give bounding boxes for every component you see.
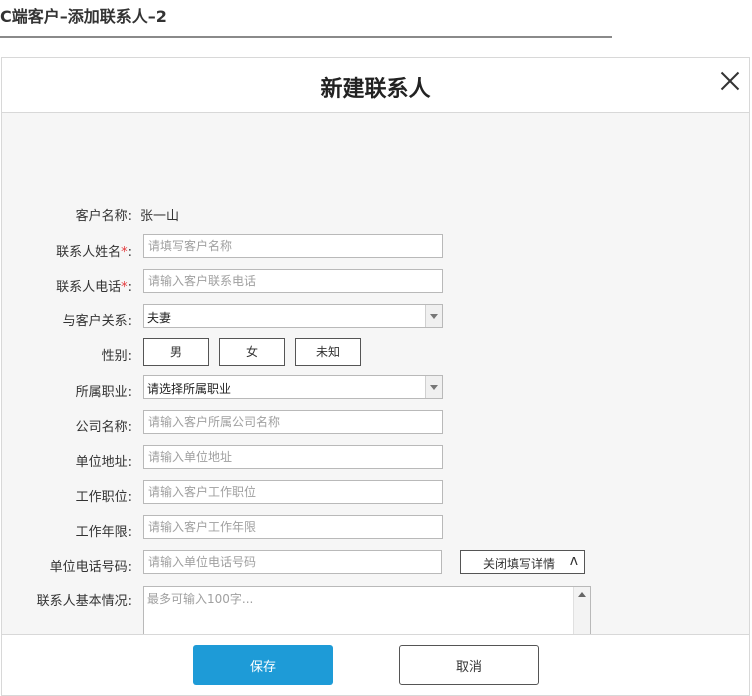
title-divider <box>0 36 612 38</box>
company-address-input[interactable] <box>143 445 443 469</box>
work-years-input[interactable] <box>143 515 443 539</box>
contact-phone-label: 联系人电话*: <box>2 276 132 295</box>
company-name-input[interactable] <box>143 410 443 434</box>
company-name-label: 公司名称: <box>75 420 132 435</box>
contact-phone-input[interactable] <box>143 269 443 293</box>
customer-name-label: 客户名称: <box>75 209 132 224</box>
gender-option-female[interactable]: 女 <box>219 338 285 366</box>
dialog-header: 新建联系人 <box>2 58 749 113</box>
customer-name-value: 张一山 <box>140 209 180 224</box>
basic-info-label: 联系人基本情况: <box>36 594 132 609</box>
dialog-body: 客户名称: 张一山 联系人姓名*: 联系人电话*: 与客户关系: 夫妻 性别: … <box>2 113 749 673</box>
relation-label: 与客户关系: <box>62 314 132 329</box>
contact-phone-label-text: 联系人电话 <box>56 280 122 295</box>
company-address-label: 单位地址: <box>75 455 132 470</box>
page-title: C端客户–添加联系人–2 <box>0 7 167 26</box>
relation-selected-value: 夫妻 <box>147 311 172 325</box>
new-contact-dialog: 新建联系人 客户名称: 张一山 联系人姓名*: 联系人电话*: 与客户关系: 夫… <box>1 57 750 696</box>
gender-option-male[interactable]: 男 <box>143 338 209 366</box>
save-button[interactable]: 保存 <box>193 645 333 685</box>
company-phone-input[interactable] <box>143 550 442 574</box>
cancel-button[interactable]: 取消 <box>399 645 539 685</box>
relation-select[interactable]: 夫妻 <box>143 304 443 328</box>
scroll-up-icon[interactable] <box>578 592 586 597</box>
occupation-label: 所属职业: <box>75 385 132 400</box>
dialog-title: 新建联系人 <box>320 77 431 102</box>
toggle-details-label: 关闭填写详情 <box>483 557 556 571</box>
job-title-input[interactable] <box>143 480 443 504</box>
occupation-select[interactable]: 请选择所属职业 <box>143 375 443 399</box>
contact-name-label-text: 联系人姓名 <box>56 245 122 260</box>
label-colon: : <box>127 245 132 260</box>
work-years-label: 工作年限: <box>75 525 132 540</box>
occupation-selected-value: 请选择所属职业 <box>147 382 232 396</box>
label-colon: : <box>127 280 132 295</box>
chevron-down-icon[interactable] <box>425 305 442 327</box>
caret-up-icon: ʌ <box>569 553 578 569</box>
toggle-details-button[interactable]: 关闭填写详情 ʌ <box>460 550 585 574</box>
close-icon[interactable] <box>719 70 741 92</box>
dialog-footer: 保存 取消 <box>2 634 749 695</box>
company-phone-label: 单位电话号码: <box>49 560 132 575</box>
contact-name-input[interactable] <box>143 234 443 258</box>
gender-option-unknown[interactable]: 未知 <box>295 338 361 366</box>
contact-name-label: 联系人姓名*: <box>2 241 132 260</box>
gender-label: 性别: <box>101 349 132 364</box>
chevron-down-icon[interactable] <box>425 376 442 398</box>
job-title-label: 工作职位: <box>75 490 132 505</box>
